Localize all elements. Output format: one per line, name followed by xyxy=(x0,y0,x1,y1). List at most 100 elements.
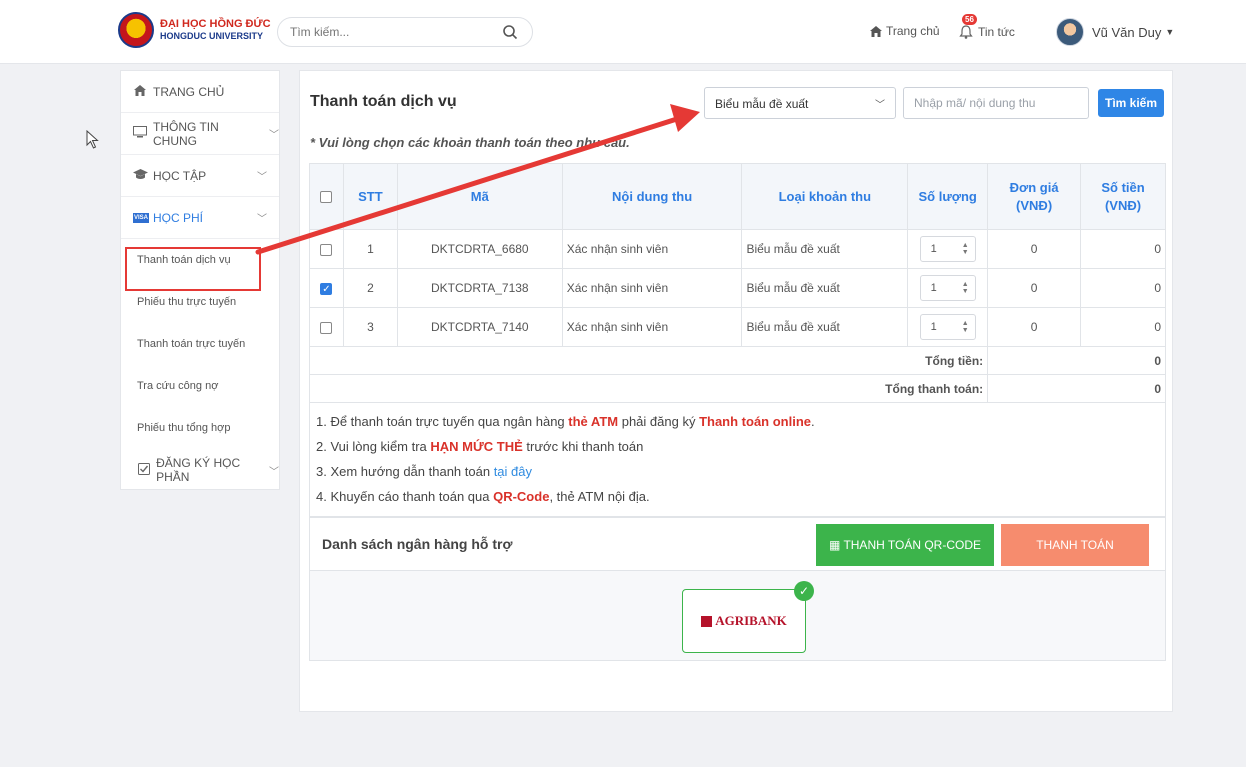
sidebar-item-label: TRANG CHỦ xyxy=(153,84,225,99)
table-row: ✓ 2 DKTCDRTA_7138 Xác nhận sinh viên Biể… xyxy=(309,268,1166,308)
total-label: Tổng tiền: xyxy=(308,346,989,375)
notification-badge: 56 xyxy=(962,14,977,25)
monitor-icon xyxy=(133,126,147,141)
row-amount: 0 xyxy=(1080,268,1166,308)
sidebar-item-general-info[interactable]: THÔNG TIN CHUNG ﹀ xyxy=(121,113,279,155)
sidebar-subitem-debt-lookup[interactable]: Tra cứu công nợ xyxy=(121,365,279,407)
nav-home-link[interactable]: Trang chủ xyxy=(870,24,940,38)
bank-name: AGRIBANK xyxy=(715,613,787,628)
main-panel: Thanh toán dịch vụ Biểu mẫu đề xuất ﹀ Tì… xyxy=(299,70,1173,712)
column-header-type: Loại khoản thu xyxy=(741,163,909,230)
select-all-checkbox[interactable] xyxy=(320,191,333,204)
row-stt: 3 xyxy=(342,307,398,347)
logo-emblem-icon xyxy=(118,12,154,48)
caret-down-icon: ▼ xyxy=(1165,27,1175,37)
quantity-value: 1 xyxy=(930,282,937,294)
stepper-arrows-icon[interactable]: ▲ ▼ xyxy=(962,242,969,256)
row-unit-price: 0 xyxy=(987,229,1082,269)
column-header-amount: Số tiền (VNĐ) xyxy=(1080,163,1166,230)
search-input[interactable] xyxy=(290,25,490,39)
row-code: DKTCDRTA_7140 xyxy=(396,307,563,347)
nav-news-label: Tin tức xyxy=(978,25,1015,39)
payment-table: STT Mã Nội dung thu Loại khoản thu Số lư… xyxy=(308,163,1166,403)
sidebar-item-tuition[interactable]: VISA HỌC PHÍ ﹀ xyxy=(121,197,279,239)
row-code: DKTCDRTA_6680 xyxy=(396,229,563,269)
row-type: Biểu mẫu đề xuất xyxy=(741,268,909,308)
note-4: 4. Khuyến cáo thanh toán qua QR-Code, th… xyxy=(316,489,650,504)
quantity-stepper[interactable]: 1 ▲ ▼ xyxy=(919,275,976,301)
chevron-down-icon: ﹀ xyxy=(875,100,885,111)
sidebar-item-label: ĐĂNG KÝ HỌC PHẦN xyxy=(156,456,241,484)
bank-options: AGRIBANK ✓ xyxy=(309,571,1166,661)
sidebar-subitem-online-payment[interactable]: Thanh toán trực tuyến xyxy=(121,323,279,365)
instruction-text: * Vui lòng chọn các khoản thanh toán the… xyxy=(310,135,630,150)
row-content: Xác nhận sinh viên xyxy=(561,268,743,308)
search-button[interactable]: Tìm kiếm xyxy=(1098,89,1164,117)
category-select-value: Biểu mẫu đề xuất xyxy=(715,97,809,111)
visa-card-icon: VISA xyxy=(133,212,149,223)
chevron-down-icon: ﹀ xyxy=(257,172,267,183)
chevron-down-icon: ﹀ xyxy=(257,214,267,225)
row-code: DKTCDRTA_7138 xyxy=(396,268,563,308)
row-checkbox[interactable] xyxy=(320,243,333,256)
graduation-cap-icon xyxy=(133,168,148,183)
row-unit-price: 0 xyxy=(987,268,1082,308)
row-checkbox-checked[interactable]: ✓ xyxy=(320,282,333,295)
quantity-stepper[interactable]: 1 ▲ ▼ xyxy=(919,314,976,340)
row-unit-price: 0 xyxy=(987,307,1082,347)
unit-price-unit: (VNĐ) xyxy=(1016,197,1053,213)
row-content: Xác nhận sinh viên xyxy=(561,229,743,269)
nav-news-link[interactable]: 56 Tin tức xyxy=(958,14,1015,40)
sidebar-item-home[interactable]: TRANG CHỦ xyxy=(121,71,279,113)
grand-total-row: Tổng thanh toán: 0 xyxy=(308,374,1166,403)
amount-label: Số tiền xyxy=(1101,179,1145,195)
logo-subtitle: HONGDUC UNIVERSITY xyxy=(160,31,264,41)
bank-list-header: Danh sách ngân hàng hỗ trợ ▦ THANH TOÁN … xyxy=(309,517,1166,571)
column-header-stt: STT xyxy=(342,163,398,230)
pay-button[interactable]: THANH TOÁN xyxy=(1001,524,1149,566)
sidebar-item-course-registration[interactable]: ĐĂNG KÝ HỌC PHẦN ﹀ xyxy=(121,449,279,491)
qr-payment-button[interactable]: ▦ THANH TOÁN QR-CODE xyxy=(816,524,994,566)
table-row: 3 DKTCDRTA_7140 Xác nhận sinh viên Biểu … xyxy=(309,307,1166,347)
note-3: 3. Xem hướng dẫn thanh toán tại đây xyxy=(316,464,532,479)
amount-unit: (VNĐ) xyxy=(1104,197,1142,213)
total-value: 0 xyxy=(987,346,1166,375)
bank-option-agribank[interactable]: AGRIBANK xyxy=(682,589,806,653)
stepper-arrows-icon[interactable]: ▲ ▼ xyxy=(962,320,969,334)
row-stt: 1 xyxy=(342,229,398,269)
guide-link[interactable]: tại đây xyxy=(494,464,532,479)
total-row: Tổng tiền: 0 xyxy=(308,346,1166,375)
sidebar-item-label: HỌC PHÍ xyxy=(153,210,204,225)
row-type: Biểu mẫu đề xuất xyxy=(741,307,909,347)
chevron-down-icon: ﹀ xyxy=(269,130,279,141)
sidebar-subitem-summary-receipt[interactable]: Phiếu thu tổng hợp xyxy=(121,407,279,449)
column-header-unit-price: Đơn giá (VNĐ) xyxy=(987,163,1082,230)
row-stt: 2 xyxy=(342,268,398,308)
user-name: Vũ Văn Duy xyxy=(1092,24,1162,40)
nav-home-label: Trang chủ xyxy=(886,24,940,38)
note-2: 2. Vui lòng kiểm tra HẠN MỨC THẺ trước k… xyxy=(316,439,644,454)
code-search-input[interactable] xyxy=(903,87,1089,119)
row-type: Biểu mẫu đề xuất xyxy=(741,229,909,269)
column-header-code: Mã xyxy=(396,163,563,230)
quantity-stepper[interactable]: 1 ▲ ▼ xyxy=(919,236,976,262)
table-row: 1 DKTCDRTA_6680 Xác nhận sinh viên Biểu … xyxy=(309,229,1166,269)
qr-code-icon: ▦ xyxy=(828,538,844,552)
stepper-arrows-icon[interactable]: ▲ ▼ xyxy=(962,281,969,295)
avatar xyxy=(1056,18,1084,46)
user-menu[interactable]: Vũ Văn Duy ▼ xyxy=(1056,18,1174,46)
sidebar-item-label: THÔNG TIN CHUNG xyxy=(153,119,219,148)
logo-title: ĐẠI HỌC HỒNG ĐỨC xyxy=(160,18,271,30)
agribank-logo-icon xyxy=(701,615,713,627)
unit-price-label: Đơn giá xyxy=(1009,179,1059,195)
sidebar-item-study[interactable]: HỌC TẬP ﹀ xyxy=(121,155,279,197)
selected-check-icon: ✓ xyxy=(794,581,814,601)
header-search xyxy=(277,17,533,47)
grand-total-label: Tổng thanh toán: xyxy=(308,374,989,403)
mouse-cursor-icon xyxy=(86,130,99,149)
column-header-quantity: Số lượng xyxy=(907,163,989,230)
row-checkbox[interactable] xyxy=(320,321,333,334)
university-logo[interactable]: ĐẠI HỌC HỒNG ĐỨC HONGDUC UNIVERSITY xyxy=(118,12,271,48)
search-icon[interactable] xyxy=(502,24,518,40)
category-select[interactable]: Biểu mẫu đề xuất ﹀ xyxy=(704,87,896,119)
